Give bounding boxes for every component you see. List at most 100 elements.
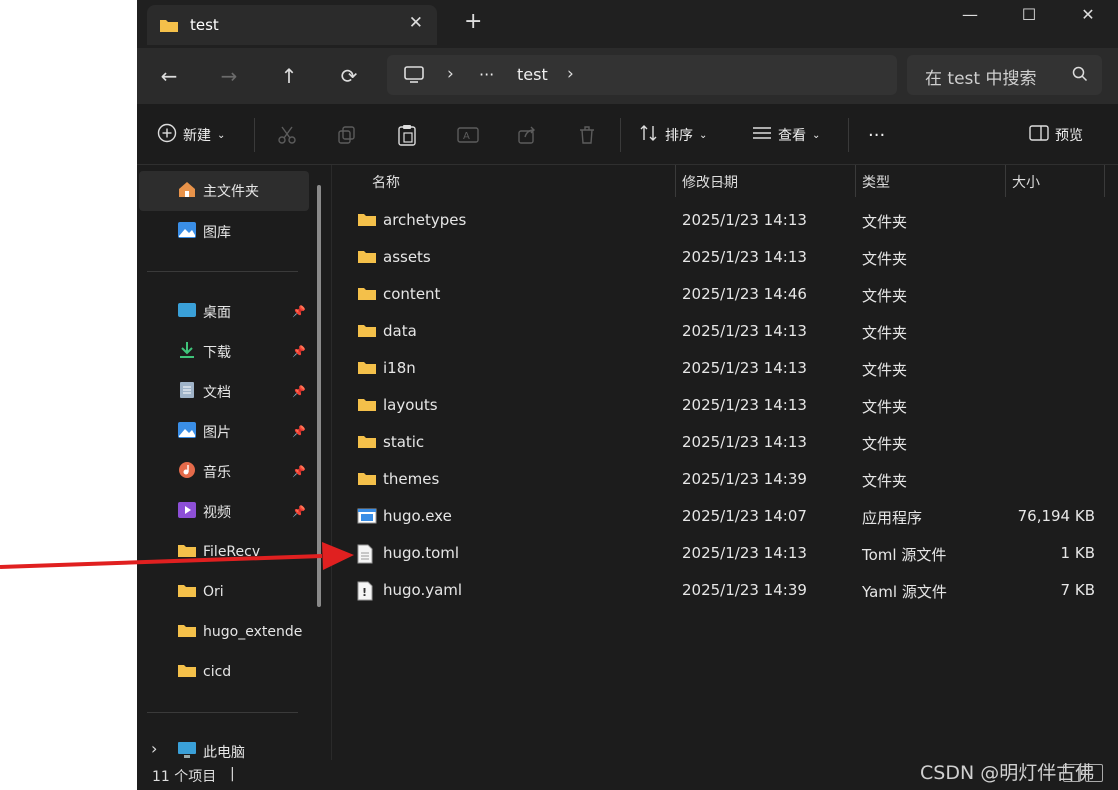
- toolbar-divider: [620, 118, 621, 152]
- file-row[interactable]: hugo.exe 2025/1/23 14:07 应用程序 76,194 KB: [347, 498, 1107, 535]
- share-icon[interactable]: [517, 122, 537, 148]
- file-name: content: [383, 285, 441, 303]
- sort-icon: [639, 123, 659, 147]
- new-button[interactable]: 新建 ⌄: [157, 122, 225, 148]
- folder-icon: [357, 470, 377, 490]
- search-box[interactable]: 在 test 中搜索: [907, 55, 1102, 95]
- column-divider[interactable]: [855, 165, 856, 197]
- sidebar-item-label: cicd: [203, 664, 232, 680]
- pin-icon[interactable]: 📌: [292, 505, 306, 518]
- breadcrumb-test[interactable]: test: [517, 65, 548, 84]
- column-divider[interactable]: [1005, 165, 1006, 197]
- pin-icon[interactable]: 📌: [292, 345, 306, 358]
- column-size[interactable]: 大小: [1012, 172, 1040, 192]
- delete-icon[interactable]: [577, 122, 597, 148]
- file-name: assets: [383, 248, 431, 266]
- search-input[interactable]: 在 test 中搜索: [925, 64, 1036, 89]
- file-row[interactable]: layouts 2025/1/23 14:13 文件夹: [347, 387, 1107, 424]
- item-count: 11 个项目: [152, 769, 217, 785]
- sidebar-item-label: 下载: [203, 345, 231, 361]
- back-button[interactable]: ←: [155, 62, 183, 90]
- file-type: 文件夹: [862, 398, 908, 416]
- file-date: 2025/1/23 14:13: [682, 544, 807, 562]
- sidebar-item-label: 图片: [203, 425, 231, 441]
- file-row[interactable]: data 2025/1/23 14:13 文件夹: [347, 313, 1107, 350]
- close-tab-icon[interactable]: ✕: [409, 13, 423, 33]
- preview-label: 预览: [1055, 128, 1083, 144]
- chevron-right-icon[interactable]: ›: [447, 64, 454, 84]
- file-date: 2025/1/23 14:13: [682, 359, 807, 377]
- gallery-icon: [177, 221, 197, 243]
- sidebar-item-folder[interactable]: hugo_extende: [177, 621, 302, 643]
- file-row[interactable]: i18n 2025/1/23 14:13 文件夹: [347, 350, 1107, 387]
- rename-icon[interactable]: A: [457, 122, 479, 148]
- sidebar-item-music[interactable]: 音乐: [177, 461, 231, 483]
- tab-test[interactable]: test ✕: [147, 5, 437, 45]
- file-date: 2025/1/23 14:39: [682, 470, 807, 488]
- sidebar-item-documents[interactable]: 文档: [177, 381, 231, 403]
- expand-chevron-icon[interactable]: ›: [151, 739, 157, 758]
- sidebar-item-folder[interactable]: cicd: [177, 661, 231, 683]
- folder-icon: [357, 248, 377, 268]
- file-row[interactable]: themes 2025/1/23 14:39 文件夹: [347, 461, 1107, 498]
- new-tab-button[interactable]: +: [464, 11, 482, 33]
- maximize-button[interactable]: ☐: [1006, 2, 1052, 28]
- sidebar-item-pictures[interactable]: 图片: [177, 421, 231, 443]
- sidebar-item-desktop[interactable]: 桌面: [177, 301, 231, 323]
- sidebar-divider: [147, 712, 298, 713]
- sidebar-item-home[interactable]: 主文件夹: [139, 171, 309, 211]
- pane-divider: [331, 165, 332, 760]
- column-name[interactable]: 名称: [372, 172, 400, 192]
- file-type: 文件夹: [862, 435, 908, 453]
- folder-icon: [177, 622, 197, 642]
- preview-button[interactable]: 预览: [1029, 122, 1083, 148]
- refresh-button[interactable]: ⟳: [335, 62, 363, 90]
- file-date: 2025/1/23 14:39: [682, 581, 807, 599]
- close-window-button[interactable]: ✕: [1065, 2, 1111, 28]
- file-date: 2025/1/23 14:13: [682, 322, 807, 340]
- pin-icon[interactable]: 📌: [292, 385, 306, 398]
- folder-icon: [357, 359, 377, 379]
- home-icon: [177, 180, 197, 202]
- file-row[interactable]: archetypes 2025/1/23 14:13 文件夹: [347, 202, 1107, 239]
- forward-button[interactable]: →: [215, 62, 243, 90]
- sidebar-item-label: 此电脑: [203, 745, 245, 761]
- minimize-button[interactable]: —: [947, 2, 993, 28]
- title-bar: test ✕ + — ☐ ✕: [137, 0, 1118, 48]
- file-row[interactable]: content 2025/1/23 14:46 文件夹: [347, 276, 1107, 313]
- pin-icon[interactable]: 📌: [292, 425, 306, 438]
- sidebar-item-videos[interactable]: 视频: [177, 501, 231, 523]
- pin-icon[interactable]: 📌: [292, 465, 306, 478]
- file-type: 文件夹: [862, 250, 908, 268]
- cut-icon[interactable]: [277, 122, 297, 148]
- chevron-right-icon[interactable]: ›: [567, 64, 574, 84]
- sidebar-item-gallery[interactable]: 图库: [177, 221, 231, 243]
- watermark: CSDN @明灯伴古佛: [920, 762, 1095, 784]
- sidebar-item-downloads[interactable]: 下载: [177, 341, 231, 363]
- view-button[interactable]: 查看 ⌄: [752, 122, 820, 148]
- toolbar-divider: [254, 118, 255, 152]
- copy-icon[interactable]: [337, 122, 357, 148]
- download-icon: [177, 341, 197, 363]
- pin-icon[interactable]: 📌: [292, 305, 306, 318]
- file-row[interactable]: hugo.toml 2025/1/23 14:13 Toml 源文件 1 KB: [347, 535, 1107, 572]
- file-type: 文件夹: [862, 324, 908, 342]
- breadcrumb-more[interactable]: ···: [479, 65, 494, 84]
- column-divider[interactable]: [1104, 165, 1105, 197]
- address-bar[interactable]: › ··· test ›: [387, 55, 897, 95]
- column-header: ︿ 名称 修改日期 类型 大小: [337, 165, 1107, 197]
- paste-icon[interactable]: [397, 122, 417, 148]
- up-button[interactable]: ↑: [275, 62, 303, 90]
- more-options-button[interactable]: ···: [868, 122, 885, 148]
- file-row[interactable]: static 2025/1/23 14:13 文件夹: [347, 424, 1107, 461]
- column-divider[interactable]: [675, 165, 676, 197]
- new-label: 新建: [183, 128, 211, 144]
- sort-button[interactable]: 排序 ⌄: [639, 122, 707, 148]
- file-row[interactable]: assets 2025/1/23 14:13 文件夹: [347, 239, 1107, 276]
- file-row[interactable]: ! hugo.yaml 2025/1/23 14:39 Yaml 源文件 7 KB: [347, 572, 1107, 609]
- column-type[interactable]: 类型: [862, 172, 890, 192]
- file-name: hugo.yaml: [383, 581, 463, 599]
- search-icon[interactable]: [1072, 66, 1088, 86]
- column-modified[interactable]: 修改日期: [682, 172, 738, 192]
- this-pc-icon[interactable]: [403, 66, 425, 88]
